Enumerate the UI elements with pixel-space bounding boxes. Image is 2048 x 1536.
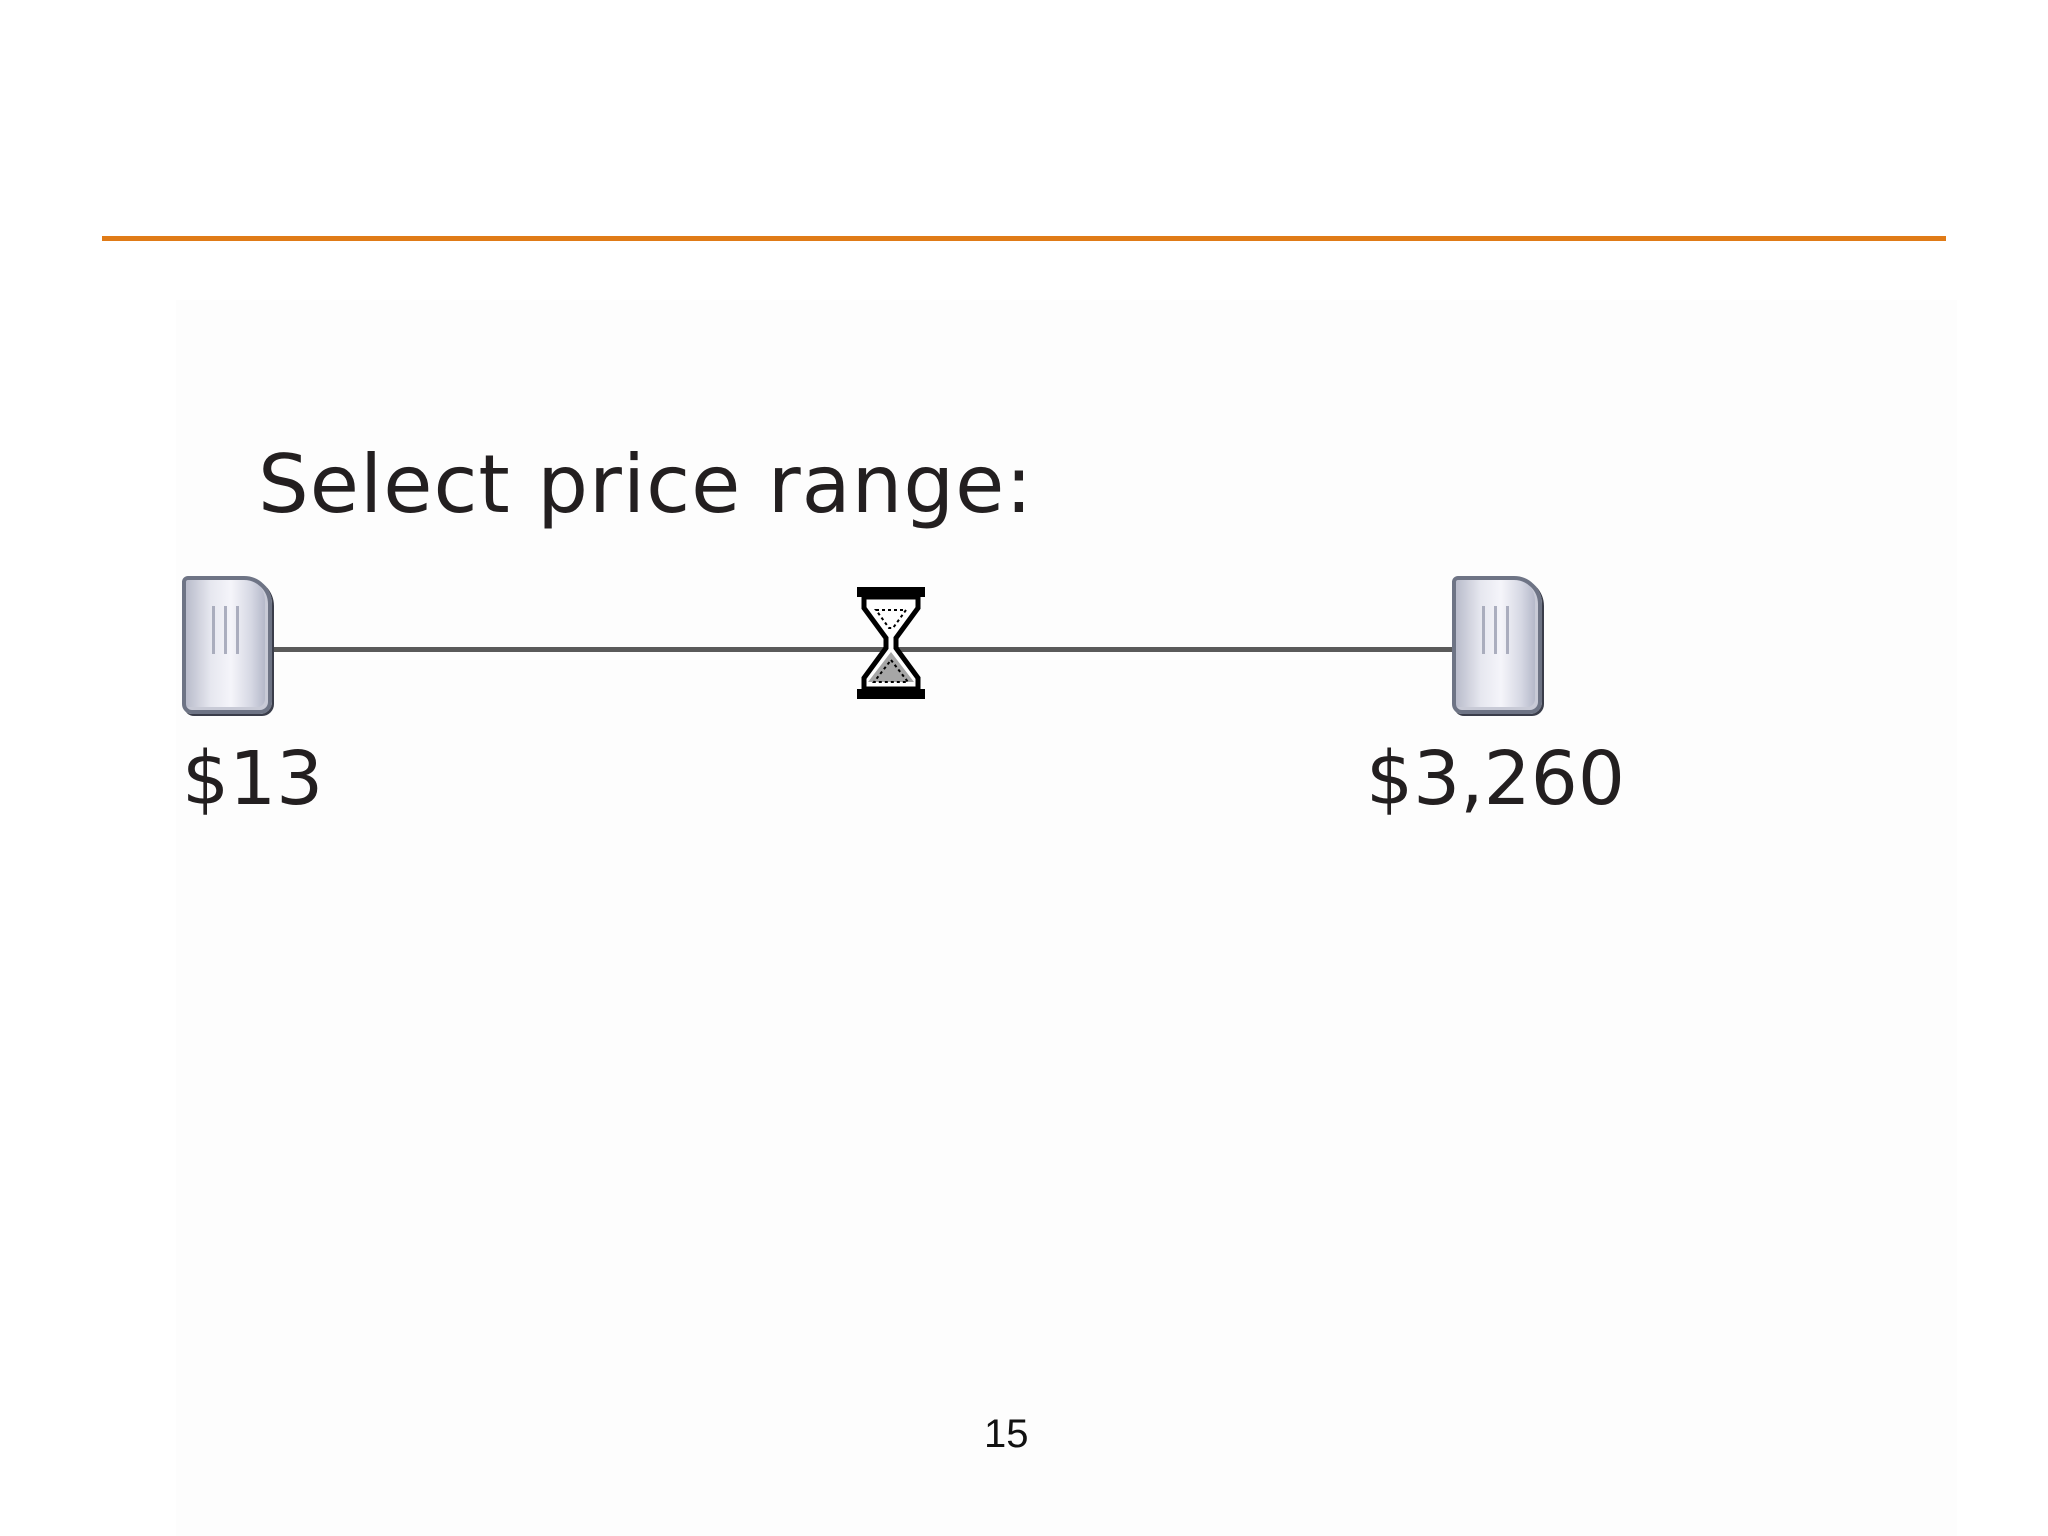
grip-line: [1506, 606, 1509, 654]
slide: Select price range: $13 $3,260 15: [0, 0, 2048, 1536]
grip-line: [212, 606, 215, 654]
page-number: 15: [984, 1412, 1029, 1456]
grip-line: [236, 606, 239, 654]
price-range-label: Select price range:: [258, 438, 1034, 531]
max-price-thumb[interactable]: [1452, 576, 1542, 714]
hourglass-icon: [857, 587, 925, 699]
grip-line: [224, 606, 227, 654]
max-price-value: $3,260: [1366, 736, 1625, 822]
min-price-value: $13: [182, 736, 324, 822]
grip-line: [1494, 606, 1497, 654]
title-divider: [102, 236, 1946, 241]
min-price-thumb[interactable]: [182, 576, 272, 714]
grip-line: [1482, 606, 1485, 654]
